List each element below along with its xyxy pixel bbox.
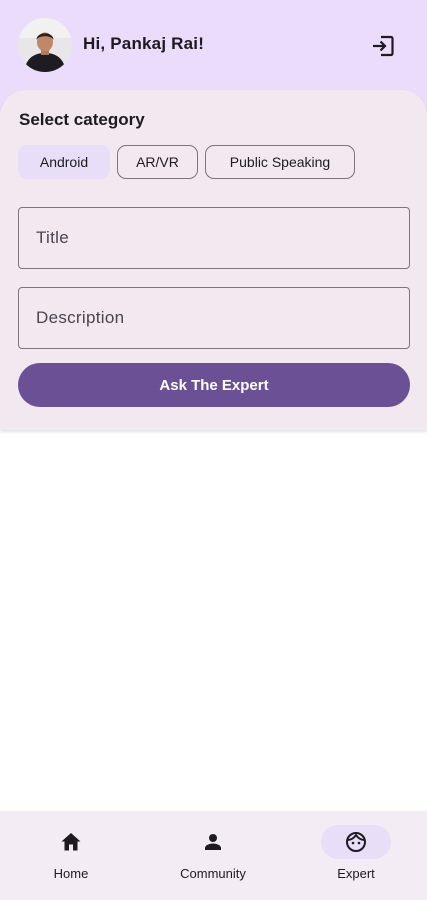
logout-icon	[373, 35, 394, 57]
user-photo-icon	[18, 18, 72, 72]
nav-home[interactable]: Home	[0, 811, 142, 900]
description-placeholder: Description	[36, 308, 125, 327]
avatar[interactable]	[18, 18, 72, 72]
chip-label: Android	[39, 154, 89, 170]
greeting-text: Hi, Pankaj Rai!	[83, 34, 205, 53]
app-screen: Hi, Pankaj Rai! Select category Android …	[0, 0, 427, 900]
ask-the-expert-button[interactable]: Ask The Expert	[18, 363, 410, 407]
title-placeholder: Title	[36, 228, 69, 247]
chip-ar-vr[interactable]: AR/VR	[117, 145, 198, 179]
home-icon	[61, 833, 81, 851]
nav-expert[interactable]: Expert	[285, 811, 427, 900]
nav-label: Community	[180, 866, 246, 881]
title-field[interactable]: Title	[18, 207, 410, 269]
face-icon	[346, 832, 366, 852]
description-field[interactable]: Description	[18, 287, 410, 349]
logout-button[interactable]	[370, 33, 396, 59]
chip-android[interactable]: Android	[18, 145, 110, 179]
section-title: Select category	[19, 110, 145, 129]
chip-label: Public Speaking	[229, 154, 331, 170]
bottom-navigation: Home Community Expert	[0, 811, 427, 900]
nav-community[interactable]: Community	[142, 811, 284, 900]
person-icon	[205, 834, 221, 850]
chip-public-speaking[interactable]: Public Speaking	[205, 145, 355, 179]
nav-label: Expert	[337, 866, 375, 881]
chip-label: AR/VR	[136, 154, 179, 170]
nav-label: Home	[53, 866, 89, 881]
ask-expert-form: Select category Android AR/VR Public Spe…	[0, 90, 427, 430]
